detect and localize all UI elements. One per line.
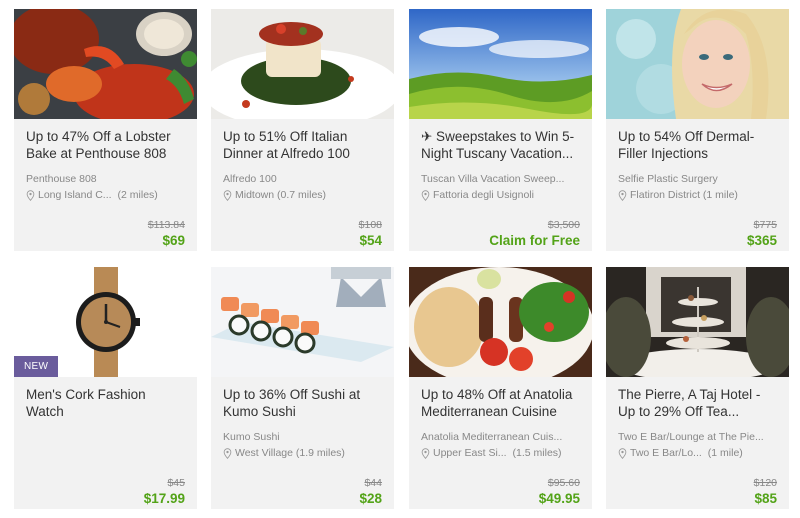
deal-card-pierre-tea[interactable]: The Pierre, A Taj Hotel - Up to 29% Off …: [606, 267, 789, 509]
deal-location: Flatiron District (1 mile): [618, 189, 777, 201]
merchant-name: Two E Bar/Lounge at The Pie...: [618, 431, 764, 443]
deal-title[interactable]: ✈ Sweepstakes to Win 5-Night Tuscany Vac…: [421, 128, 580, 162]
original-price: $45: [167, 477, 185, 489]
deal-location: Fattoria degli Usignoli: [421, 189, 580, 201]
location-pin-icon: [618, 447, 627, 459]
location-pin-icon: [618, 189, 627, 201]
deal-title[interactable]: Up to 36% Off Sushi at Kumo Sushi: [223, 386, 382, 420]
deal-location: Long Island C... (2 miles): [26, 189, 185, 201]
deal-price: $17.99: [143, 491, 185, 506]
italian-fish-dish-photo[interactable]: [211, 9, 394, 119]
deal-title[interactable]: Up to 51% Off Italian Dinner at Alfredo …: [223, 128, 382, 162]
location-name: Two E Bar/Lo...: [630, 447, 702, 459]
deal-title[interactable]: Up to 48% Off at Anatolia Mediterranean …: [421, 386, 580, 420]
location-name: Long Island C...: [38, 189, 112, 201]
deal-price: $85: [754, 491, 777, 506]
location-name: Midtown (0.7 miles): [235, 189, 327, 201]
location-pin-icon: [421, 189, 430, 201]
deal-price: $365: [746, 233, 777, 248]
location-name: Upper East Si...: [433, 447, 507, 459]
location-pin-icon: [421, 447, 430, 459]
merchant-name: Selfie Plastic Surgery: [618, 173, 718, 185]
original-price: $120: [753, 477, 777, 489]
location-pin-icon: [223, 447, 232, 459]
tuscany-landscape-photo[interactable]: [409, 9, 592, 119]
smiling-woman-photo[interactable]: [606, 9, 789, 119]
sushi-platter-photo[interactable]: [211, 267, 394, 377]
location-pin-icon: [26, 189, 35, 201]
deal-location: West Village (1.9 miles): [223, 447, 382, 459]
merchant-name: Alfredo 100: [223, 173, 277, 185]
location-name: Fattoria degli Usignoli: [433, 189, 534, 201]
original-price: $44: [364, 477, 382, 489]
location-pin-icon: [223, 189, 232, 201]
location-distance: (1 mile): [707, 447, 743, 459]
deal-card-kumo-sushi[interactable]: Up to 36% Off Sushi at Kumo Sushi Kumo S…: [211, 267, 394, 509]
merchant-name: Anatolia Mediterranean Cuis...: [421, 431, 563, 443]
deal-price: Claim for Free: [489, 233, 580, 248]
merchant-name: Kumo Sushi: [223, 431, 280, 443]
original-price: $113.84: [147, 219, 185, 231]
lobster-bake-photo[interactable]: [14, 9, 197, 119]
deal-price: $49.95: [538, 491, 580, 506]
merchant-name: Penthouse 808: [26, 173, 97, 185]
deal-title[interactable]: Men's Cork Fashion Watch: [26, 386, 185, 420]
deal-price: $28: [359, 491, 382, 506]
deal-card-cork-watch[interactable]: NEW Men's Cork Fashion Watch $45 $17.99: [14, 267, 197, 509]
original-price: $775: [753, 219, 777, 231]
cork-watch-photo[interactable]: NEW: [14, 267, 197, 377]
afternoon-tea-photo[interactable]: [606, 267, 789, 377]
deal-title[interactable]: The Pierre, A Taj Hotel - Up to 29% Off …: [618, 386, 777, 420]
mediterranean-plate-photo[interactable]: [409, 267, 592, 377]
location-name: West Village (1.9 miles): [235, 447, 345, 459]
deal-location: Two E Bar/Lo... (1 mile): [618, 447, 777, 459]
original-price: $95.60: [547, 477, 580, 489]
new-badge: NEW: [14, 356, 59, 377]
deal-title[interactable]: Up to 54% Off Dermal-Filler Injections: [618, 128, 777, 162]
deal-title[interactable]: Up to 47% Off a Lobster Bake at Penthous…: [26, 128, 185, 162]
location-distance: (2 miles): [117, 189, 158, 201]
original-price: $108: [358, 219, 382, 231]
deal-card-dermal-filler[interactable]: Up to 54% Off Dermal-Filler Injections S…: [606, 9, 789, 251]
original-price: $3,500: [547, 219, 580, 231]
deals-grid: Up to 47% Off a Lobster Bake at Penthous…: [0, 0, 800, 518]
deal-location: Upper East Si... (1.5 miles): [421, 447, 580, 459]
deal-location: Midtown (0.7 miles): [223, 189, 382, 201]
deal-card-tuscany-sweepstakes[interactable]: ✈ Sweepstakes to Win 5-Night Tuscany Vac…: [409, 9, 592, 251]
deal-card-lobster-bake[interactable]: Up to 47% Off a Lobster Bake at Penthous…: [14, 9, 197, 251]
merchant-name: Tuscan Villa Vacation Sweep...: [421, 173, 565, 185]
location-distance: (1.5 miles): [512, 447, 562, 459]
deal-price: $54: [359, 233, 382, 248]
location-name: Flatiron District (1 mile): [630, 189, 738, 201]
deal-card-italian-dinner[interactable]: Up to 51% Off Italian Dinner at Alfredo …: [211, 9, 394, 251]
deal-card-anatolia[interactable]: Up to 48% Off at Anatolia Mediterranean …: [409, 267, 592, 509]
deal-price: $69: [162, 233, 185, 248]
